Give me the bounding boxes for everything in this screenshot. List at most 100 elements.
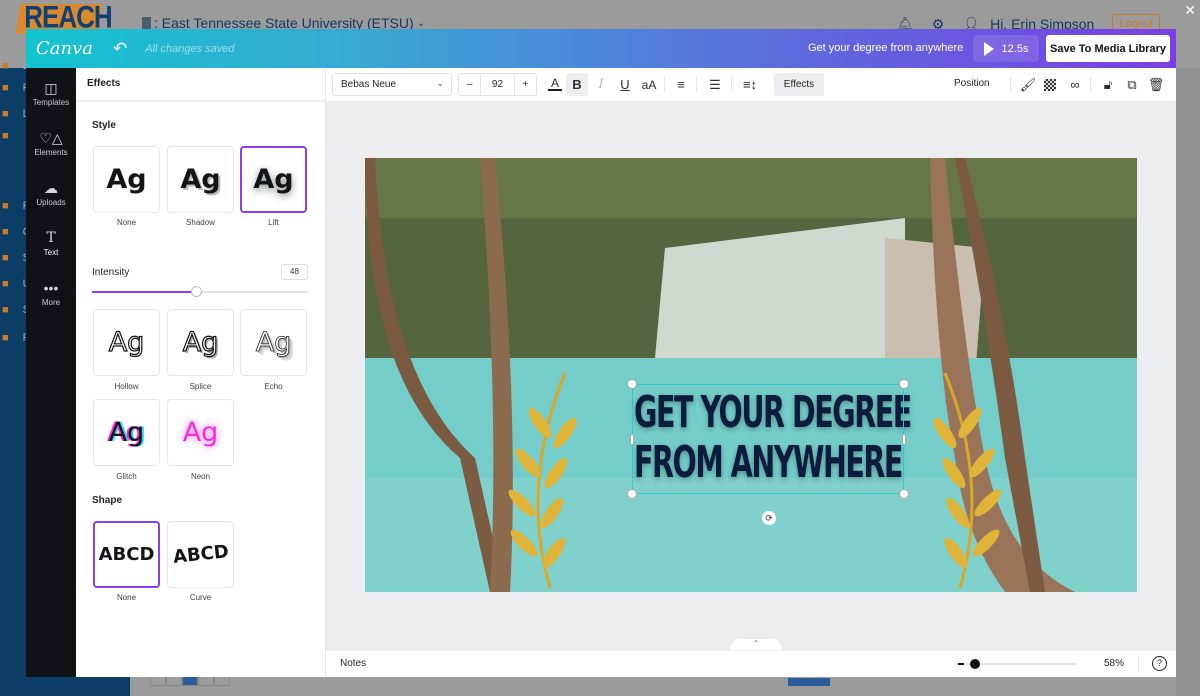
shape-none[interactable]: ABCD (93, 521, 160, 588)
intensity-slider-handle[interactable] (190, 286, 202, 297)
zoom-out-icon[interactable] (958, 663, 964, 665)
page-button[interactable] (214, 676, 230, 686)
italic-button[interactable]: I (590, 73, 612, 96)
style-label: Glitch (116, 472, 137, 481)
style-hollow[interactable]: Ag (93, 309, 160, 376)
resize-handle-top-right[interactable] (899, 379, 909, 389)
align-center-button[interactable]: ≡ (670, 73, 692, 96)
italic-icon: I (598, 77, 604, 92)
save-to-media-library-button[interactable]: Save To Media Library (1046, 35, 1170, 62)
style-shadow[interactable]: Ag (167, 146, 234, 213)
style-none[interactable]: Ag (93, 146, 160, 213)
host-sidebar-icon: ■ (2, 130, 9, 142)
resize-handle-left[interactable] (630, 434, 634, 445)
uploads-icon: ☁ (44, 180, 58, 196)
page-button[interactable] (166, 676, 182, 686)
spacing-button[interactable]: ≡↕ (738, 73, 762, 96)
rail-item-more[interactable]: ••• More (26, 280, 76, 307)
rail-label: Uploads (36, 198, 66, 207)
list-button[interactable]: ☰ (704, 73, 726, 96)
increase-font-size-button[interactable]: + (515, 74, 536, 95)
rail-item-text[interactable]: T Text (26, 230, 76, 257)
resize-handle-top-left[interactable] (627, 379, 637, 389)
style-neon[interactable]: Ag (167, 399, 234, 466)
design-canvas[interactable]: GET YOUR DEGREE FROM ANYWHERE ⟳ (365, 158, 1137, 592)
canva-logo[interactable]: Canva (36, 38, 93, 59)
position-button[interactable]: Position (954, 78, 990, 89)
rail-item-uploads[interactable]: ☁ Uploads (26, 180, 76, 207)
underline-button[interactable]: U (614, 73, 636, 96)
play-button[interactable]: 12.5s (973, 35, 1039, 62)
font-family-dropdown[interactable]: Bebas Neue ⌄ (332, 73, 452, 96)
effects-button[interactable]: Effects (774, 73, 824, 96)
resize-handle-right[interactable] (902, 434, 906, 445)
delete-button[interactable]: 🗑︎ (1146, 73, 1166, 96)
page-button[interactable] (150, 676, 166, 686)
help-icon[interactable]: ? (1152, 656, 1167, 671)
rotate-handle-icon[interactable]: ⟳ (762, 511, 776, 525)
toolbar-divider (1090, 77, 1091, 92)
close-modal-icon[interactable]: ✕ (1184, 2, 1196, 19)
chevron-down-icon: ⌄ (416, 17, 426, 29)
bold-icon: B (572, 77, 582, 92)
host-sidebar-icon: ■ (2, 252, 9, 264)
shape-heading: Shape (92, 495, 123, 506)
save-status: All changes saved (145, 42, 235, 55)
building-icon (142, 17, 151, 29)
intensity-input[interactable]: 48 (281, 264, 308, 280)
duplicate-icon: ⧉ (1127, 76, 1137, 92)
shape-label: Curve (189, 593, 212, 602)
zoom-level[interactable]: 58% (1104, 658, 1124, 669)
shape-curve[interactable]: ABCD (167, 521, 234, 588)
toolbar-divider (664, 77, 665, 92)
style-lift[interactable]: Ag (240, 146, 307, 213)
page-button-active[interactable] (182, 676, 198, 686)
host-pagination (150, 676, 230, 686)
host-sidebar-item[interactable]: ■L (2, 108, 29, 120)
font-size-input[interactable]: 92 (480, 74, 515, 95)
intensity-slider-fill (92, 291, 196, 293)
host-sidebar-icon: ■ (2, 108, 9, 120)
link-icon: ∞ (1070, 77, 1080, 92)
zoom-slider-handle[interactable] (969, 659, 980, 669)
copy-style-button[interactable]: 🖌︎ (1018, 73, 1038, 96)
letter-case-button[interactable]: aA (636, 73, 662, 96)
style-splice[interactable]: Ag (167, 309, 234, 376)
zoom-slider[interactable] (966, 659, 1076, 669)
duration-label: 12.5s (1001, 42, 1029, 55)
editor-topbar: Canva ↶ All changes saved Get your degre… (26, 29, 1176, 68)
side-rail: ◫ Templates ♡△ Elements ☁ Uploads T Text •••… (26, 68, 76, 677)
rail-label: Text (43, 248, 59, 257)
lock-button[interactable]: 🔓︎ (1098, 73, 1118, 96)
style-glitch[interactable]: Ag (93, 399, 160, 466)
page-button[interactable] (198, 676, 214, 686)
style-sample: Ag (253, 164, 294, 195)
undo-icon[interactable]: ↶ (113, 39, 127, 59)
style-sample: Ag (106, 164, 147, 195)
transparency-button[interactable] (1040, 73, 1060, 96)
host-sidebar-icon: ■ (2, 278, 9, 290)
resize-handle-bottom-left[interactable] (627, 489, 637, 499)
document-title[interactable]: Get your degree from anywhere (808, 42, 963, 54)
link-button[interactable]: ∞ (1064, 73, 1086, 96)
line-spacing-icon: ≡↕ (742, 77, 758, 92)
style-label: Neon (190, 472, 211, 481)
waterfall-photo (365, 158, 1137, 592)
host-action-button[interactable] (788, 678, 830, 686)
notes-button[interactable]: Notes (340, 658, 366, 669)
decrease-font-size-button[interactable]: – (459, 74, 480, 95)
footer-divider (1138, 656, 1139, 672)
intensity-slider[interactable] (92, 286, 308, 297)
font-size-stepper: – 92 + (458, 73, 537, 96)
text-color-swatch (548, 89, 562, 91)
rail-item-templates[interactable]: ◫ Templates (26, 80, 76, 107)
style-echo[interactable]: Ag (240, 309, 307, 376)
resize-handle-bottom-right[interactable] (899, 489, 909, 499)
text-color-button[interactable]: A (544, 73, 566, 96)
style-sample: Ag (180, 164, 221, 195)
duplicate-button[interactable]: ⧉ (1122, 73, 1142, 96)
rail-item-elements[interactable]: ♡△ Elements (26, 130, 76, 157)
bold-button[interactable]: B (566, 73, 588, 96)
host-sidebar-item[interactable]: ■ (2, 130, 23, 142)
host-sidebar-icon: ■ (2, 226, 9, 238)
